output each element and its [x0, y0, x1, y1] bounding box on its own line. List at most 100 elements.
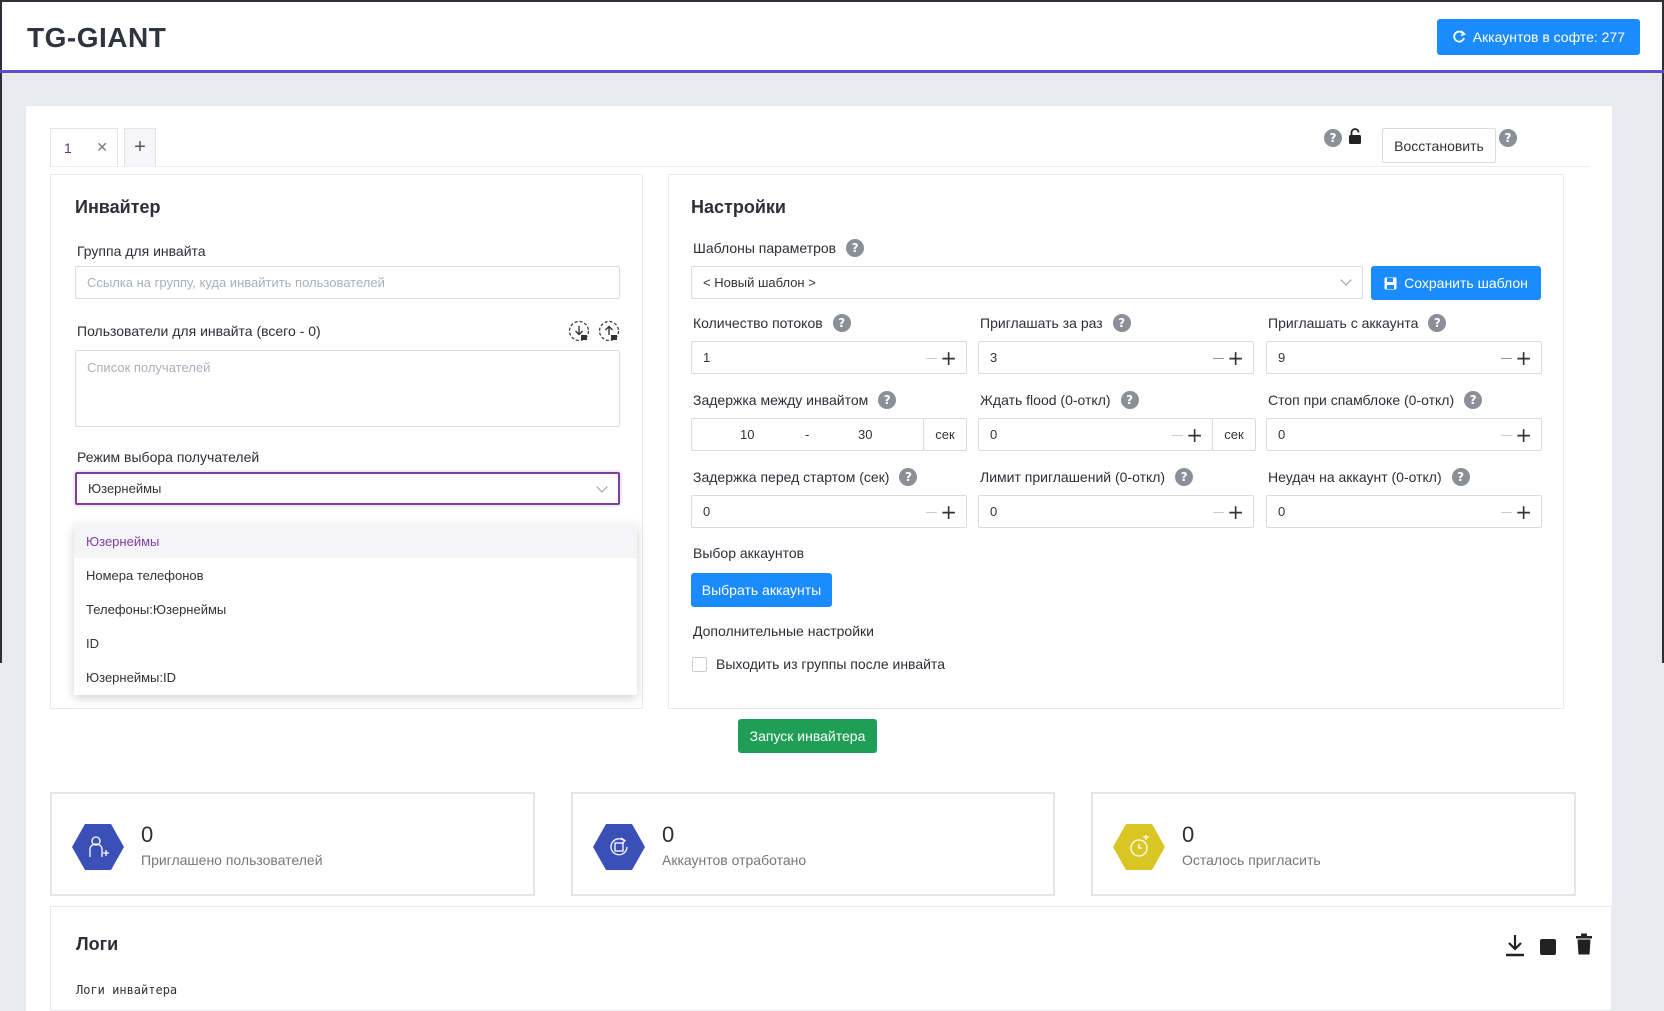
extra-settings-label: Дополнительные настройки — [693, 623, 874, 639]
flood-unit: сек — [1212, 418, 1256, 451]
template-select[interactable]: < Новый шаблон > — [691, 266, 1363, 299]
group-input[interactable]: Ссылка на группу, куда инвайтить пользов… — [75, 266, 620, 299]
mode-select-value: Юзернеймы — [88, 481, 162, 496]
fails-stepper[interactable]: 0 + — [1266, 495, 1542, 528]
plus-icon[interactable]: + — [1227, 348, 1244, 368]
help-icon[interactable]: ? — [1120, 391, 1139, 409]
import-icon[interactable] — [568, 320, 590, 342]
flood-value: 0 — [990, 427, 998, 442]
delay-max-input[interactable]: 30 — [858, 427, 872, 442]
stat-value: 0 — [662, 822, 675, 847]
invite-per-stepper[interactable]: 3 + — [978, 341, 1254, 374]
settings-panel: Настройки Шаблоны параметров ? < Новый ш… — [668, 174, 1564, 709]
plus-icon[interactable]: + — [1515, 502, 1532, 522]
plus-icon[interactable]: + — [1186, 425, 1203, 445]
restore-button[interactable]: Восстановить — [1382, 128, 1496, 163]
threads-value: 1 — [703, 350, 711, 365]
minus-icon[interactable] — [1213, 512, 1224, 513]
plus-icon[interactable]: + — [1227, 502, 1244, 522]
help-icon[interactable]: ? — [1112, 314, 1131, 332]
stop-icon[interactable] — [1540, 939, 1556, 955]
select-accounts-button[interactable]: Выбрать аккаунты — [691, 573, 832, 607]
minus-icon[interactable] — [1213, 358, 1224, 359]
start-delay-label: Задержка перед стартом (сек) ? — [693, 468, 918, 486]
plus-icon[interactable]: + — [940, 348, 957, 368]
dropdown-option[interactable]: Юзернеймы:ID — [74, 660, 637, 694]
export-icon[interactable] — [598, 320, 620, 342]
dropdown-option[interactable]: Телефоны:Юзернеймы — [74, 592, 637, 626]
users-label: Пользователи для инвайта (всего - 0) — [77, 323, 321, 339]
start-delay-stepper[interactable]: 0 + — [691, 495, 967, 528]
invite-per-label: Приглашать за раз ? — [980, 314, 1131, 332]
download-icon[interactable] — [1505, 933, 1525, 957]
accounts-count-label: Аккаунтов в софте: 277 — [1472, 29, 1625, 45]
delay-label: Задержка между инвайтом ? — [693, 391, 897, 409]
leave-group-label[interactable]: Выходить из группы после инвайта — [716, 656, 945, 672]
minus-icon[interactable] — [1501, 358, 1512, 359]
tab-label: 1 — [64, 139, 72, 156]
help-icon[interactable]: ? — [1451, 468, 1470, 486]
invite-per-value: 3 — [990, 350, 998, 365]
spamblock-label-text: Стоп при спамблоке (0-откл) — [1268, 392, 1455, 408]
tab-1[interactable]: 1 ✕ — [50, 128, 118, 166]
help-icon[interactable]: ? — [878, 391, 897, 409]
trash-icon[interactable] — [1575, 933, 1593, 955]
spamblock-value: 0 — [1278, 427, 1286, 442]
help-icon[interactable]: ? — [1499, 129, 1517, 147]
accounts-count-button[interactable]: Аккаунтов в софте: 277 — [1436, 19, 1640, 55]
plus-icon[interactable]: + — [1515, 425, 1532, 445]
mode-select[interactable]: Юзернеймы — [75, 472, 620, 505]
leave-group-checkbox[interactable] — [692, 657, 707, 672]
minus-icon[interactable] — [1172, 435, 1183, 436]
minus-icon[interactable] — [926, 358, 937, 359]
accounts-label: Выбор аккаунтов — [693, 545, 805, 561]
threads-stepper[interactable]: 1 + — [691, 341, 967, 374]
plus-icon[interactable]: + — [940, 502, 957, 522]
flood-label: Ждать flood (0-откл) ? — [980, 391, 1139, 409]
invite-from-stepper[interactable]: 9 + — [1266, 341, 1542, 374]
add-tab-button[interactable]: + — [124, 128, 156, 166]
help-icon[interactable]: ? — [1324, 129, 1342, 147]
help-icon[interactable]: ? — [832, 314, 851, 332]
minus-icon[interactable] — [1501, 512, 1512, 513]
inviter-title: Инвайтер — [75, 197, 161, 217]
group-label: Группа для инвайта — [77, 243, 206, 259]
help-icon[interactable]: ? — [846, 239, 865, 257]
invite-per-label-text: Приглашать за раз — [980, 315, 1103, 331]
save-template-button[interactable]: Сохранить шаблон — [1371, 266, 1541, 300]
start-delay-value: 0 — [703, 504, 711, 519]
limit-stepper[interactable]: 0 + — [978, 495, 1254, 528]
save-template-label: Сохранить шаблон — [1404, 275, 1528, 291]
dropdown-option[interactable]: Юзернеймы — [74, 524, 637, 558]
start-inviter-button[interactable]: Запуск инвайтера — [738, 719, 877, 753]
start-delay-label-text: Задержка перед стартом (сек) — [693, 469, 890, 485]
dropdown-option[interactable]: ID — [74, 626, 637, 660]
close-icon[interactable]: ✕ — [96, 139, 108, 156]
delay-min-input[interactable]: 10 — [740, 427, 754, 442]
chevron-down-icon — [596, 481, 608, 493]
floppy-icon — [1384, 277, 1397, 289]
flood-stepper[interactable]: 0 + — [978, 418, 1213, 451]
chevron-down-icon — [1340, 274, 1352, 286]
unlock-icon[interactable] — [1348, 128, 1362, 145]
help-icon[interactable]: ? — [1464, 391, 1483, 409]
invite-from-value: 9 — [1278, 350, 1286, 365]
app-title: TG-GIANT — [27, 22, 167, 53]
limit-label: Лимит приглашений (0-откл) ? — [980, 468, 1194, 486]
template-select-value: < Новый шаблон > — [703, 275, 816, 290]
minus-icon[interactable] — [926, 512, 937, 513]
minus-icon[interactable] — [1501, 435, 1512, 436]
help-icon[interactable]: ? — [1175, 468, 1194, 486]
dropdown-option[interactable]: Номера телефонов — [74, 558, 637, 592]
spamblock-stepper[interactable]: 0 + — [1266, 418, 1542, 451]
threads-label: Количество потоков ? — [693, 314, 851, 332]
help-icon[interactable]: ? — [1428, 314, 1447, 332]
plus-icon[interactable]: + — [1515, 348, 1532, 368]
users-textarea[interactable]: Список получателей — [75, 350, 620, 427]
refresh-icon — [1453, 30, 1466, 43]
limit-label-text: Лимит приглашений (0-откл) — [980, 469, 1166, 485]
invite-from-label-text: Приглашать с аккаунта — [1268, 315, 1419, 331]
limit-value: 0 — [990, 504, 998, 519]
help-icon[interactable]: ? — [899, 468, 918, 486]
top-bar: TG-GIANT Аккаунтов в софте: 277 — [0, 0, 1664, 73]
